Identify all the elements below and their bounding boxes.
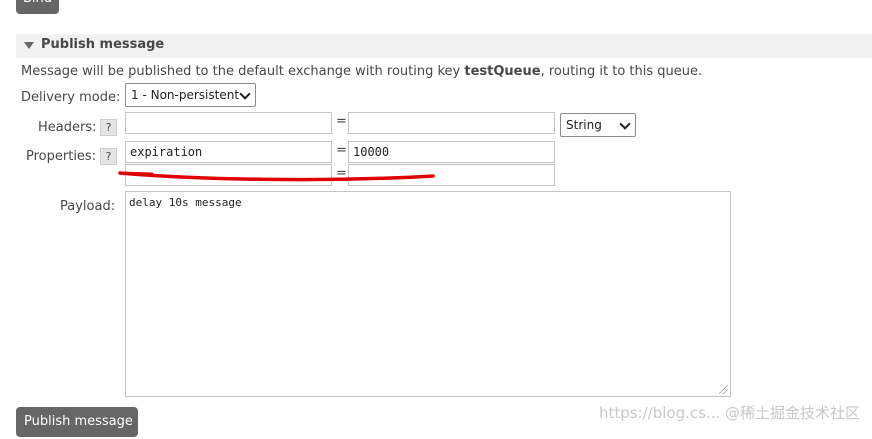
- payload-text: delay 10s message: [129, 196, 242, 209]
- header-equals: =: [336, 114, 347, 129]
- collapse-triangle-icon: [24, 42, 34, 49]
- section-title: Publish message: [41, 37, 165, 52]
- delivery-mode-label: Delivery mode:: [21, 90, 121, 105]
- watermark: https://blog.cs... @稀土掘金技术社区: [598, 404, 860, 422]
- headers-help-icon[interactable]: ?: [100, 119, 117, 136]
- intro-suffix: , routing it to this queue.: [540, 64, 703, 79]
- publish-message-section-header[interactable]: Publish message: [16, 34, 872, 58]
- publish-message-button[interactable]: Publish message: [16, 407, 138, 437]
- delivery-mode-select[interactable]: 1 - Non-persistent: [125, 83, 256, 107]
- property-value-input[interactable]: 10000: [348, 141, 555, 163]
- properties-label: Properties:: [26, 149, 97, 164]
- chevron-down-icon: [239, 88, 251, 100]
- payload-textarea[interactable]: delay 10s message: [125, 191, 731, 397]
- property-key-input[interactable]: expiration: [125, 141, 332, 163]
- bind-button[interactable]: Bind: [16, 0, 59, 14]
- property-value-input[interactable]: [348, 164, 555, 186]
- resize-grip-icon[interactable]: [719, 385, 728, 394]
- intro-prefix: Message will be published to the default…: [21, 64, 465, 79]
- properties-help-icon[interactable]: ?: [100, 148, 117, 165]
- chevron-down-icon: [619, 118, 631, 130]
- property-equals: =: [336, 166, 347, 181]
- header-value-input[interactable]: [348, 112, 555, 134]
- header-type-value: String: [566, 118, 602, 132]
- property-equals: =: [336, 143, 347, 158]
- intro-text: Message will be published to the default…: [21, 64, 702, 79]
- header-type-select[interactable]: String: [560, 113, 636, 137]
- header-key-input[interactable]: [125, 112, 332, 134]
- payload-label: Payload:: [60, 199, 116, 214]
- headers-label: Headers:: [38, 120, 97, 135]
- routing-key: testQueue: [464, 64, 541, 79]
- property-key-input[interactable]: [125, 164, 332, 186]
- delivery-mode-value: 1 - Non-persistent: [131, 88, 240, 102]
